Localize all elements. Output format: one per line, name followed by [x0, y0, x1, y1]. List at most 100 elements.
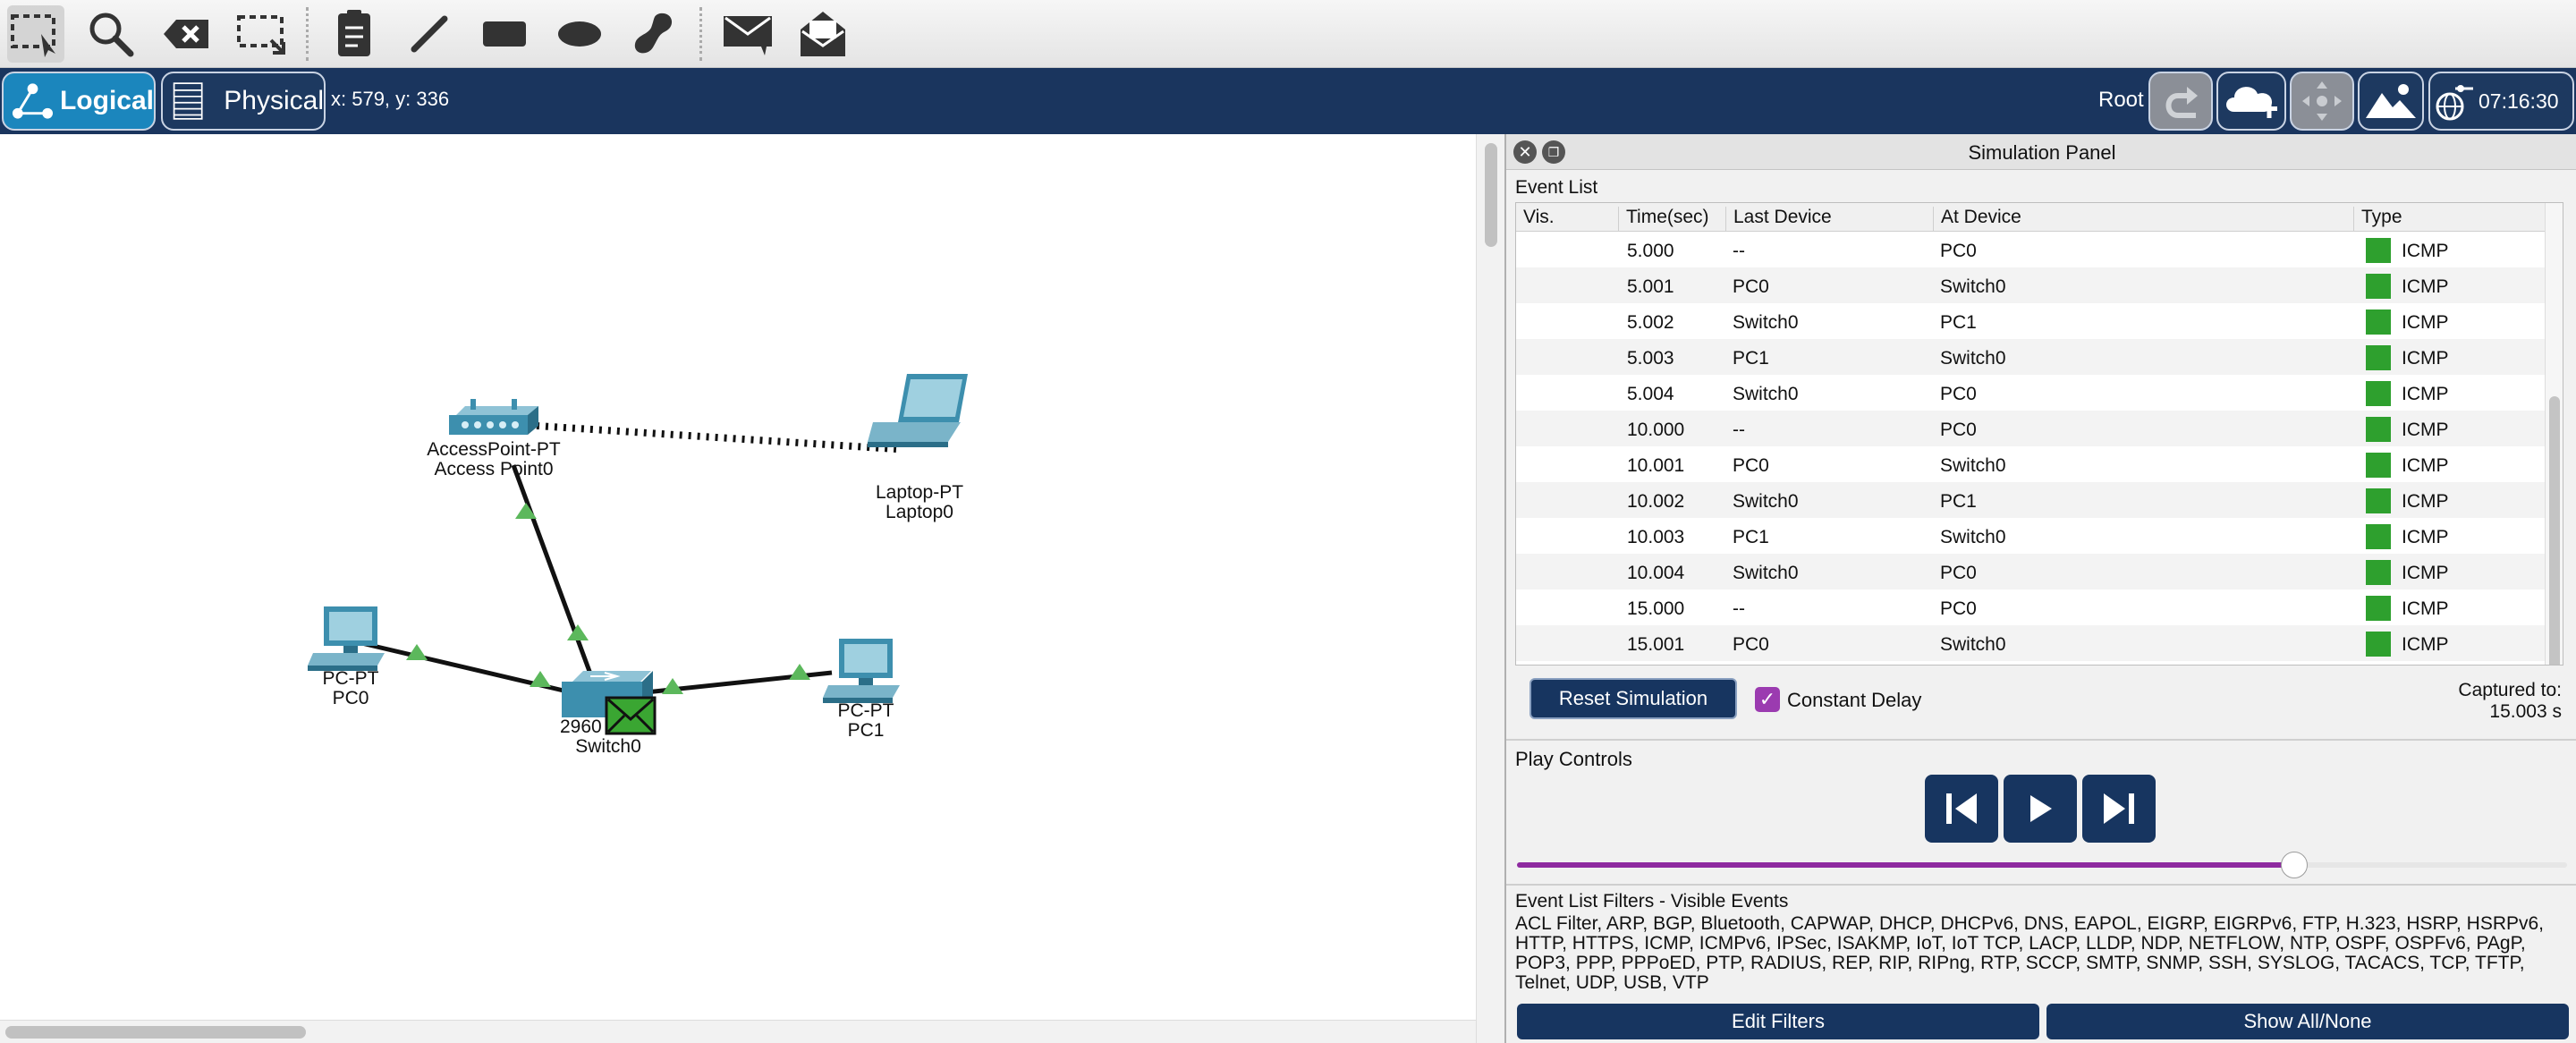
table-row[interactable]: 5.003 PC1 Switch0 ICMP: [1516, 339, 2545, 375]
simulation-panel-title: Simulation Panel: [1968, 141, 2116, 164]
table-row[interactable]: 10.002 Switch0 PC1 ICMP: [1516, 482, 2545, 518]
resize-icon[interactable]: [233, 5, 290, 63]
link-light: [567, 624, 589, 640]
event-color-swatch: [2366, 632, 2391, 657]
zoom-icon[interactable]: [82, 5, 140, 63]
access-point-icon[interactable]: [449, 399, 538, 435]
complex-pdu-icon[interactable]: [794, 5, 852, 63]
column-header-at-device[interactable]: At Device: [1933, 207, 2021, 232]
table-row[interactable]: 15.000 -- PC0 ICMP: [1516, 589, 2545, 625]
table-row[interactable]: 5.002 Switch0 PC1 ICMP: [1516, 303, 2545, 339]
event-at-device: PC0: [1940, 563, 1977, 583]
column-header-last-device[interactable]: Last Device: [1725, 207, 1832, 232]
table-row[interactable]: 10.004 Switch0 PC0 ICMP: [1516, 554, 2545, 589]
device-label-pc1: PC-PT PC1: [837, 700, 894, 741]
visible-events-list: ACL Filter, ARP, BGP, Bluetooth, CAPWAP,…: [1515, 913, 2545, 993]
workspace-vertical-scrollbar[interactable]: [1476, 134, 1504, 1043]
constant-delay-checkbox[interactable]: ✓: [1755, 687, 1780, 712]
undo-arrow-icon: [2165, 87, 2198, 118]
undock-icon[interactable]: ❐: [1542, 140, 1565, 164]
step-back-button[interactable]: [1925, 775, 1998, 843]
event-time: 5.000: [1627, 241, 1674, 261]
event-color-swatch: [2366, 274, 2391, 299]
simulation-clock[interactable]: 07:16:30: [2428, 72, 2574, 131]
column-header-time[interactable]: Time(sec): [1618, 207, 1709, 232]
event-list-table: Vis. Time(sec) Last Device At Device Typ…: [1515, 202, 2563, 666]
reset-simulation-button[interactable]: Reset Simulation: [1530, 678, 1737, 719]
workspace-horizontal-scrollbar[interactable]: [0, 1020, 1476, 1043]
simulation-panel-header: Simulation Panel ✕ ❐: [1506, 134, 2576, 170]
play-button[interactable]: [2004, 775, 2077, 843]
step-forward-button[interactable]: [2082, 775, 2156, 843]
pc1-icon[interactable]: [823, 639, 900, 703]
event-list-label: Event List: [1515, 177, 1598, 198]
event-type: ICMP: [2402, 491, 2449, 512]
background-image-button[interactable]: [2358, 72, 2424, 131]
table-row[interactable]: 15.001 PC0 Switch0 ICMP: [1516, 625, 2545, 661]
event-last-device: --: [1733, 241, 1745, 261]
note-icon[interactable]: [326, 5, 383, 63]
table-row[interactable]: 5.001 PC0 Switch0 ICMP: [1516, 267, 2545, 303]
cursor-coordinates: x: 579, y: 336: [331, 88, 450, 110]
event-at-device: PC0: [1940, 384, 1977, 404]
tab-logical[interactable]: Logical: [2, 72, 156, 131]
tab-logical-label: Logical: [59, 86, 154, 115]
toolbar-divider: [306, 7, 309, 61]
draw-line-icon[interactable]: [401, 5, 458, 63]
event-last-device: Switch0: [1733, 312, 1799, 333]
tab-physical[interactable]: Physical: [161, 72, 326, 131]
device-label-access-point: AccessPoint-PT Access Point0: [427, 439, 561, 479]
constant-delay-label: Constant Delay: [1787, 689, 1922, 711]
event-at-device: Switch0: [1940, 276, 2006, 297]
delete-icon[interactable]: [157, 5, 215, 63]
event-last-device: PC0: [1733, 634, 1769, 655]
pc0-icon[interactable]: [308, 606, 385, 671]
event-at-device: Switch0: [1940, 455, 2006, 476]
play-speed-slider-thumb[interactable]: [2280, 852, 2308, 878]
clock-time: 07:16:30: [2479, 89, 2559, 113]
logical-workspace[interactable]: AccessPoint-PT Access Point0 Laptop-PT Lap…: [0, 134, 1504, 1043]
cable-ap-switch[interactable]: [511, 464, 597, 684]
table-row[interactable]: 5.004 Switch0 PC0 ICMP: [1516, 375, 2545, 411]
table-row[interactable]: 10.003 PC1 Switch0 ICMP: [1516, 518, 2545, 554]
event-list-scrollbar[interactable]: [2545, 203, 2563, 665]
simple-pdu-icon[interactable]: [719, 5, 776, 63]
event-type: ICMP: [2402, 312, 2449, 333]
event-time: 5.001: [1627, 276, 1674, 297]
edit-filters-button[interactable]: Edit Filters: [1517, 1004, 2039, 1039]
column-header-type[interactable]: Type: [2353, 207, 2402, 232]
packet-tracer-window: Logical Physical x: 579, y: 336 Root 07:…: [0, 0, 2576, 1043]
globe-clock-icon: [2436, 85, 2473, 121]
laptop-icon[interactable]: [868, 374, 968, 447]
move-object-button[interactable]: [2290, 72, 2354, 131]
show-all-none-button[interactable]: Show All/None: [2046, 1004, 2569, 1039]
rectangle-icon[interactable]: [476, 5, 533, 63]
select-icon[interactable]: [7, 5, 64, 63]
back-button[interactable]: [2148, 72, 2213, 131]
event-last-device: PC0: [1733, 276, 1769, 297]
physical-rack-icon: [173, 82, 203, 120]
event-time: 15.001: [1627, 634, 1685, 655]
main-toolbar: [0, 0, 2576, 68]
close-icon[interactable]: ✕: [1513, 140, 1537, 164]
event-color-swatch: [2366, 524, 2391, 549]
root-breadcrumb[interactable]: Root: [2098, 88, 2144, 113]
event-color-swatch: [2366, 345, 2391, 370]
play-speed-slider[interactable]: [1517, 852, 2567, 878]
table-row[interactable]: 5.000 -- PC0 ICMP: [1516, 232, 2545, 267]
freeform-icon[interactable]: [626, 5, 683, 63]
event-at-device: Switch0: [1940, 348, 2006, 369]
cluster-button[interactable]: [2216, 72, 2286, 131]
column-header-vis[interactable]: Vis.: [1516, 207, 1555, 232]
event-at-device: PC1: [1940, 491, 1977, 512]
ellipse-icon[interactable]: [551, 5, 608, 63]
device-label-laptop: Laptop-PT Laptop0: [875, 482, 964, 522]
event-type: ICMP: [2402, 241, 2449, 261]
table-row[interactable]: 10.000 -- PC0 ICMP: [1516, 411, 2545, 446]
wireless-link: [536, 422, 897, 453]
table-row[interactable]: 10.001 PC0 Switch0 ICMP: [1516, 446, 2545, 482]
event-type: ICMP: [2402, 634, 2449, 655]
event-last-device: PC1: [1733, 527, 1769, 547]
event-at-device: PC0: [1940, 241, 1977, 261]
landscape-icon: [2366, 84, 2416, 118]
